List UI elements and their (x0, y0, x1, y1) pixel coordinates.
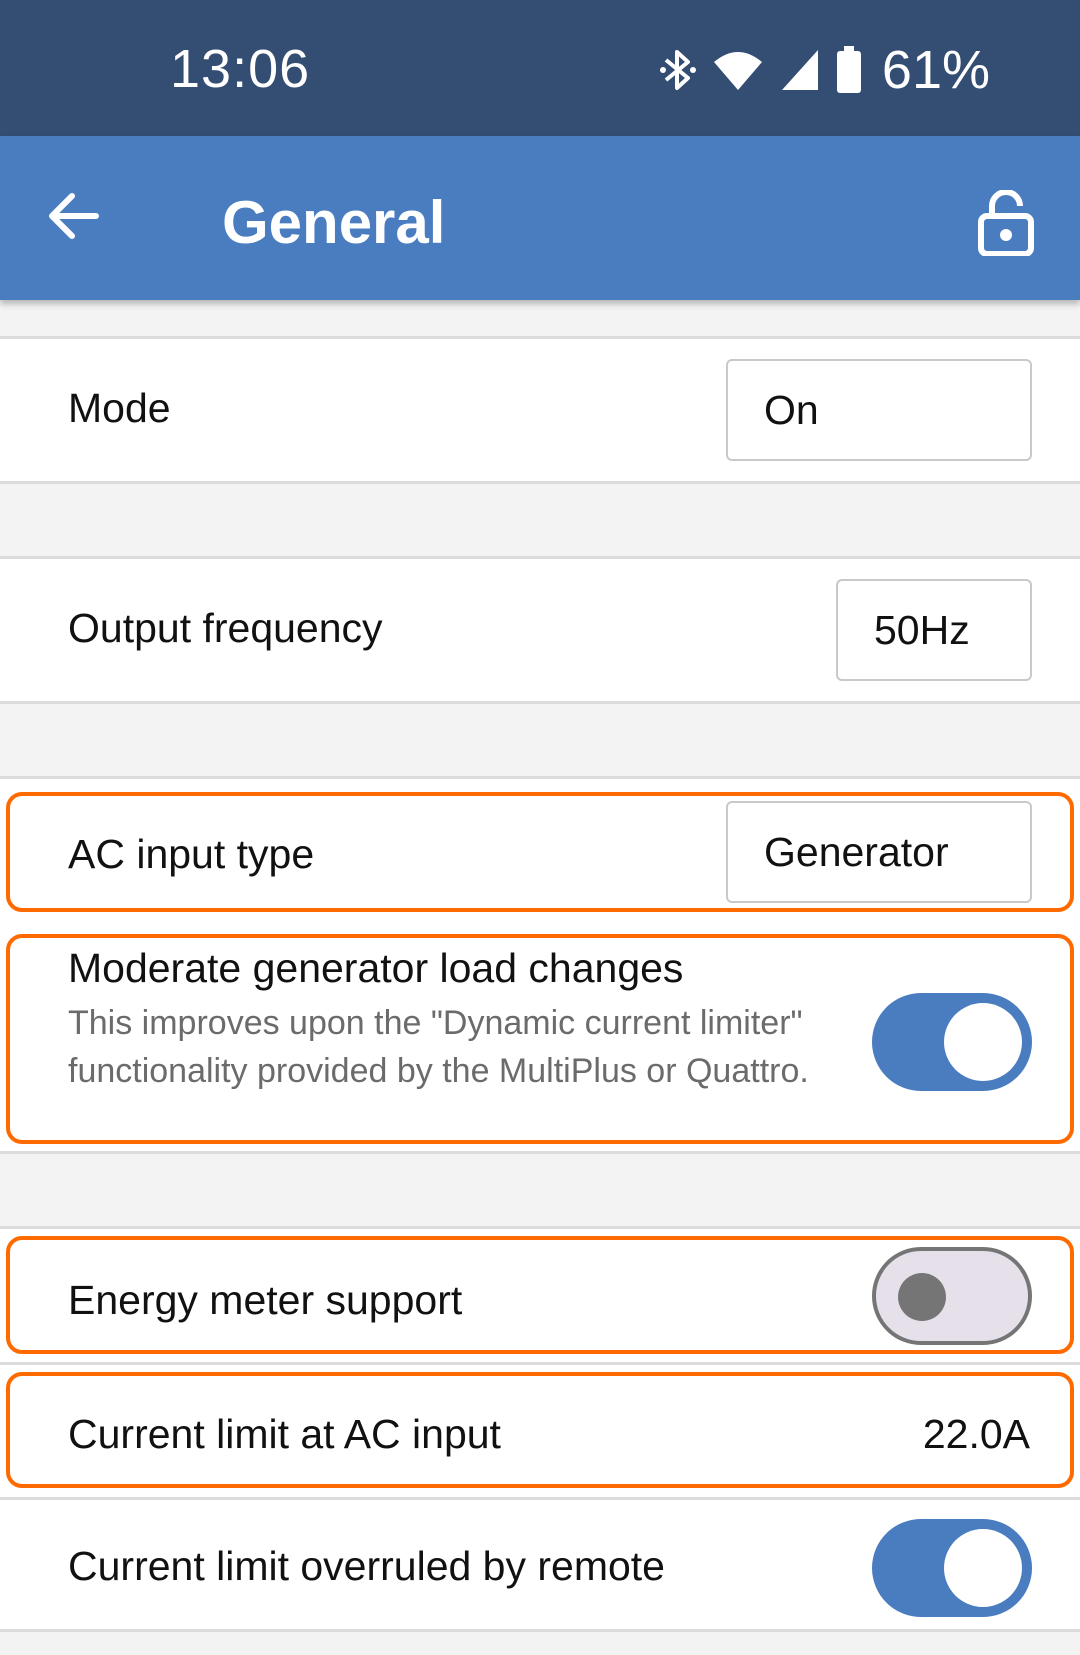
toggle-knob (898, 1273, 946, 1321)
moderate-generator-description: This improves upon the "Dynamic current … (68, 1004, 809, 1090)
output-frequency-row: Output frequency 50Hz (0, 556, 1080, 704)
current-limit-overruled-toggle[interactable] (872, 1519, 1032, 1617)
wifi-icon (713, 52, 762, 90)
moderate-generator-toggle[interactable] (872, 993, 1032, 1091)
mode-select[interactable]: On (726, 359, 1032, 461)
current-limit-overruled-label: Current limit overruled by remote (68, 1543, 665, 1589)
moderate-generator-label: Moderate generator load changes (68, 945, 684, 991)
status-icons: 61% (659, 40, 990, 100)
lock-open-icon[interactable] (976, 190, 1036, 256)
app-bar: General (0, 136, 1080, 300)
toggle-knob (944, 1003, 1022, 1081)
status-bar: 13:06 61% (0, 0, 1080, 136)
energy-meter-support-toggle[interactable] (872, 1247, 1032, 1345)
current-limit-label: Current limit at AC input (68, 1411, 501, 1457)
current-limit-value[interactable]: 22.0A (923, 1411, 1030, 1458)
status-time: 13:06 (170, 39, 311, 99)
battery-percent: 61% (881, 40, 990, 100)
ac-input-type-select[interactable]: Generator (726, 801, 1032, 903)
divider (0, 1497, 1080, 1500)
output-frequency-value: 50Hz (874, 606, 970, 653)
mode-label: Mode (68, 385, 171, 431)
bluetooth-icon (659, 50, 696, 90)
divider (0, 1362, 1080, 1365)
ac-input-type-value: Generator (764, 828, 949, 875)
output-frequency-label: Output frequency (68, 605, 383, 651)
mode-value: On (764, 386, 819, 433)
arrow-left-icon[interactable] (44, 186, 104, 246)
battery-icon (836, 46, 861, 93)
ac-input-group: AC input type Generator Moderate generat… (0, 776, 1080, 1154)
ac-input-type-label: AC input type (68, 831, 315, 877)
energy-current-group: Energy meter support Current limit at AC… (0, 1226, 1080, 1632)
signal-icon (781, 50, 818, 90)
page-title: General (222, 189, 446, 256)
mode-row: Mode On (0, 336, 1080, 484)
toggle-knob (944, 1529, 1022, 1607)
output-frequency-select[interactable]: 50Hz (836, 579, 1032, 681)
energy-meter-support-label: Energy meter support (68, 1277, 463, 1323)
